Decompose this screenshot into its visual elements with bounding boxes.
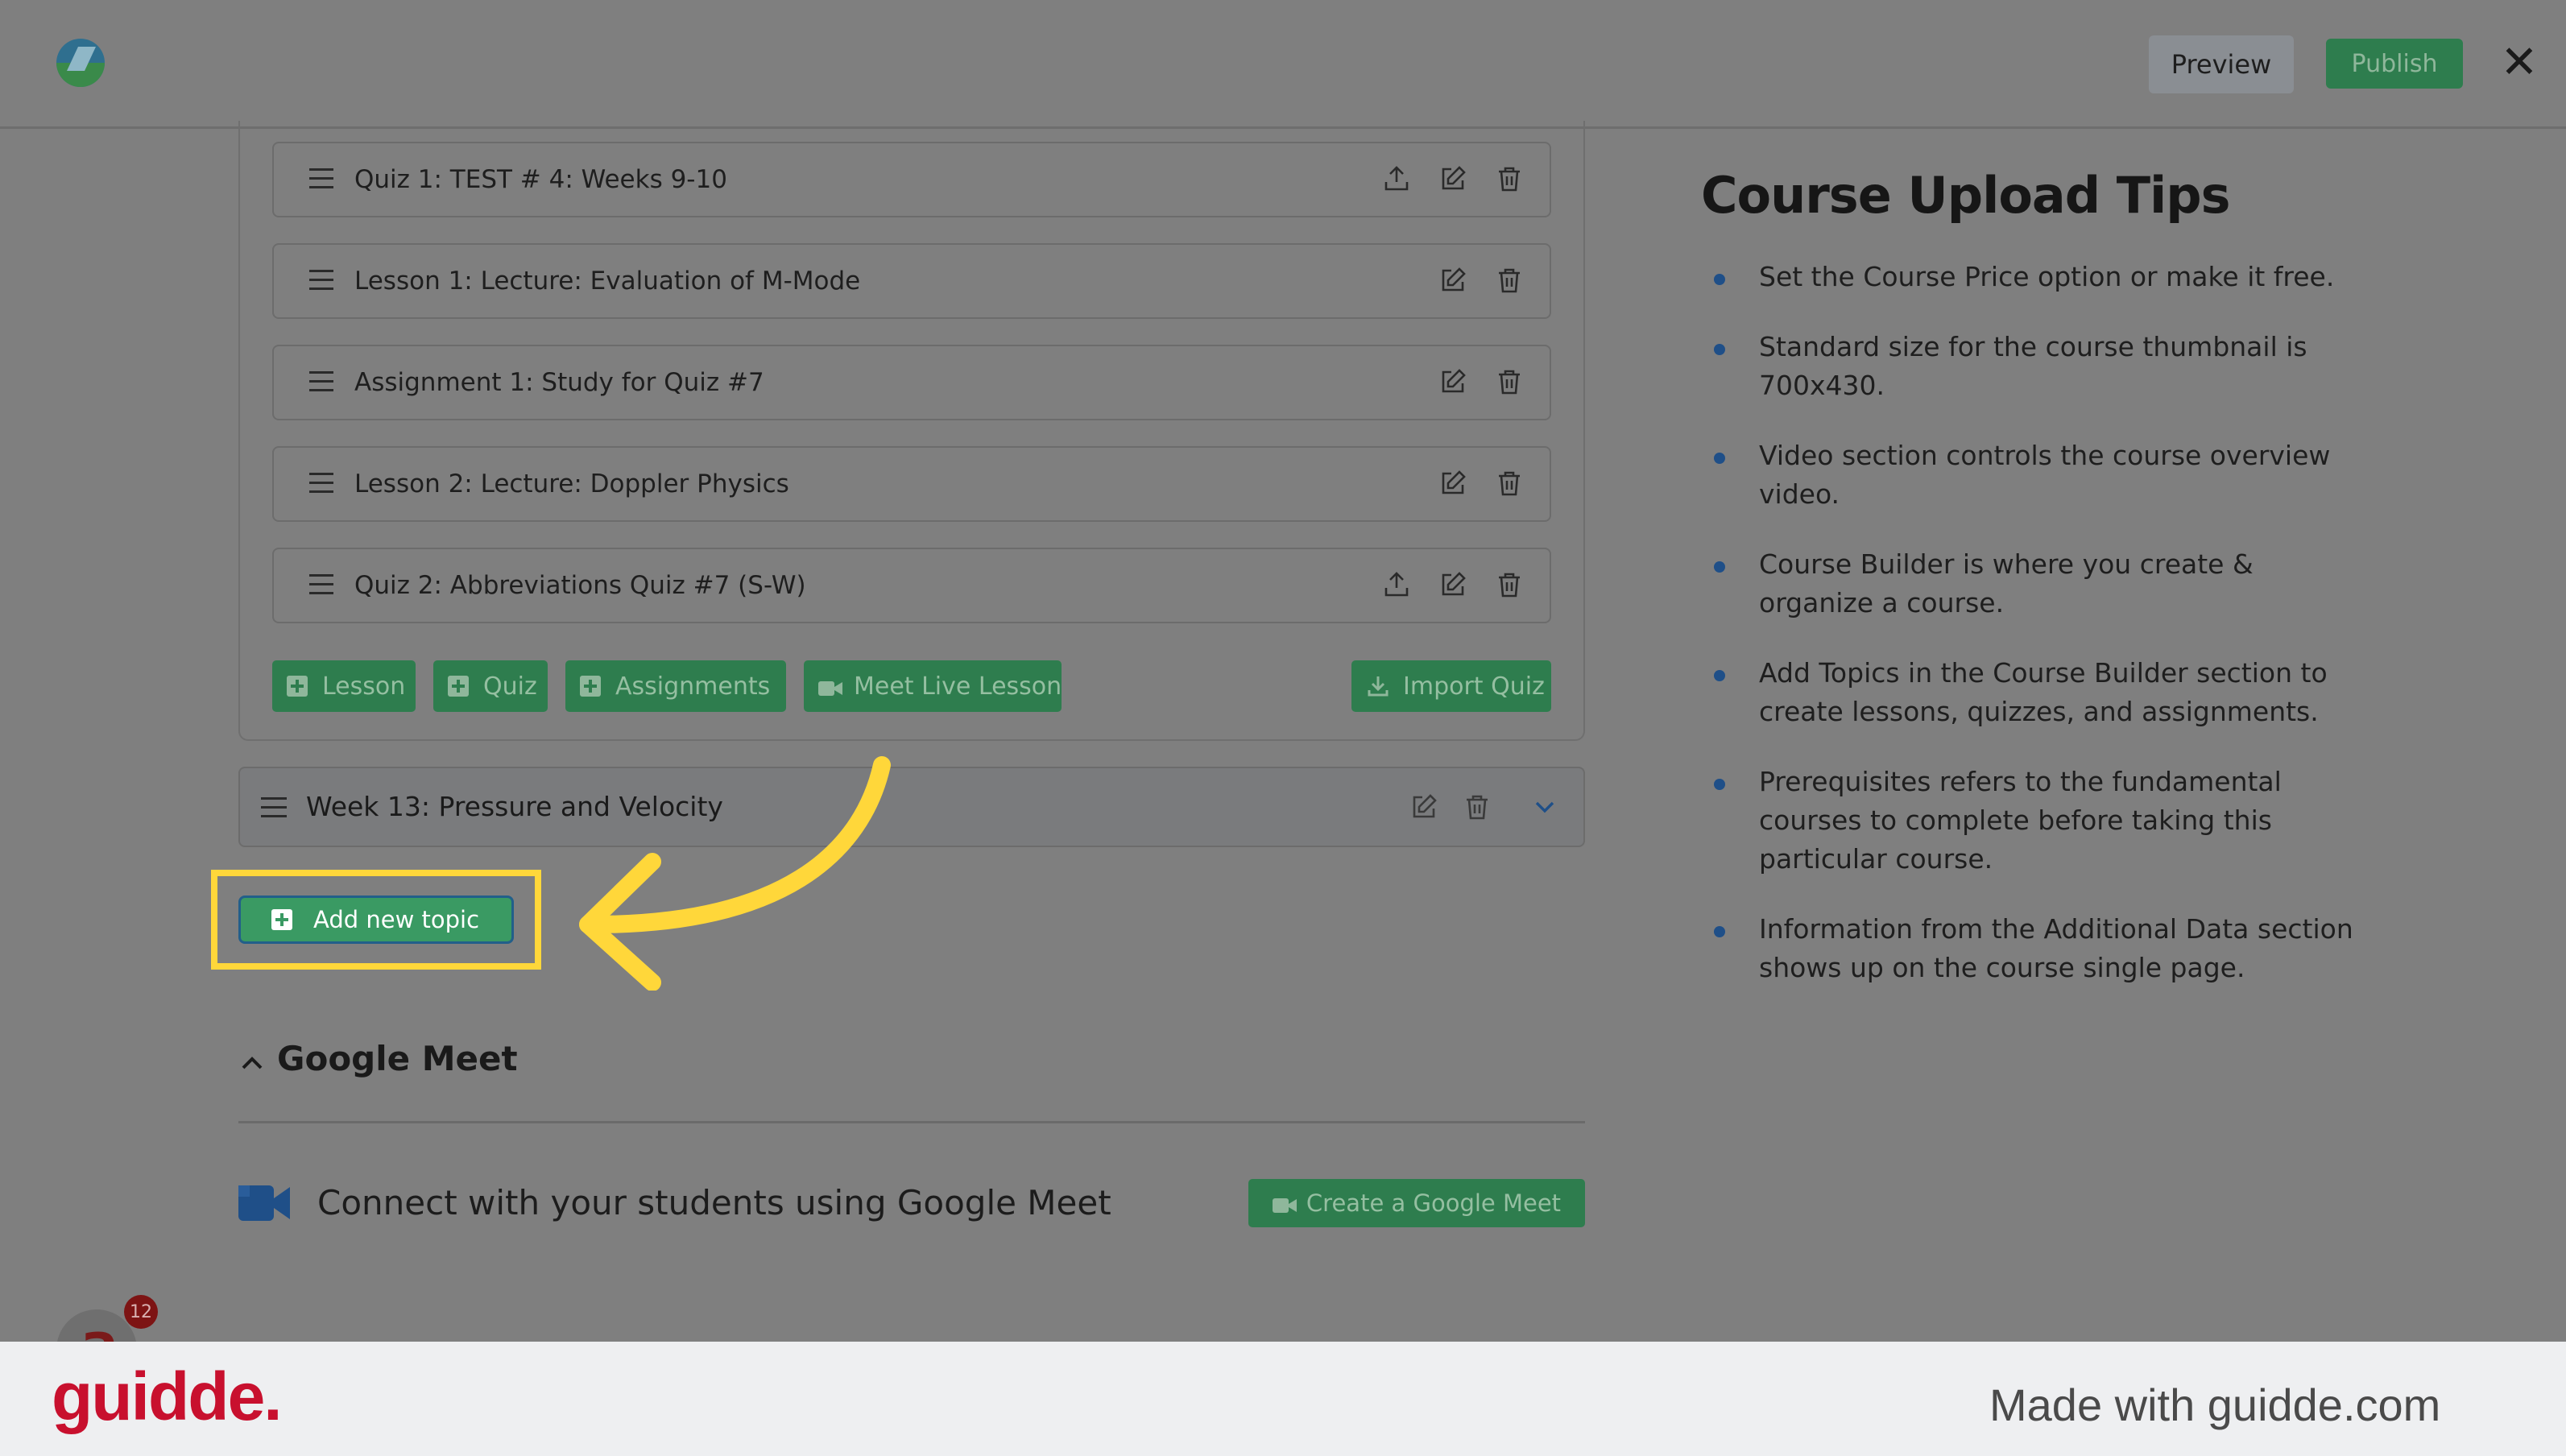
- add-lesson-button[interactable]: Lesson: [272, 660, 416, 712]
- trash-icon[interactable]: [1495, 164, 1524, 193]
- plus-icon: [287, 676, 308, 697]
- drag-handle-icon[interactable]: [309, 168, 333, 192]
- edit-icon[interactable]: [1409, 792, 1438, 821]
- trash-icon[interactable]: [1495, 469, 1524, 498]
- edit-icon[interactable]: [1438, 266, 1467, 295]
- tip-item: Video section controls the course overvi…: [1714, 436, 2358, 514]
- plus-icon: [448, 676, 469, 697]
- add-quiz-button[interactable]: Quiz: [433, 660, 548, 712]
- video-camera-icon: [1272, 1193, 1297, 1213]
- add-meet-live-lesson-button[interactable]: Meet Live Lesson: [804, 660, 1062, 712]
- topic-item-row[interactable]: Lesson 2: Lecture: Doppler Physics: [272, 446, 1551, 522]
- download-icon: [1366, 674, 1390, 698]
- topic-item-label: Quiz 2: Abbreviations Quiz #7 (S-W): [354, 571, 806, 600]
- add-lesson-label: Lesson: [322, 672, 406, 701]
- preview-button[interactable]: Preview: [2149, 35, 2294, 93]
- topic-item-row[interactable]: Lesson 1: Lecture: Evaluation of M-Mode: [272, 243, 1551, 319]
- section-divider: [238, 1121, 1585, 1123]
- topic-item-label: Lesson 1: Lecture: Evaluation of M-Mode: [354, 267, 861, 296]
- create-google-meet-button[interactable]: Create a Google Meet: [1248, 1179, 1585, 1227]
- add-new-topic-label: Add new topic: [313, 906, 480, 933]
- video-camera-icon: [818, 676, 842, 696]
- tip-item: Standard size for the course thumbnail i…: [1714, 328, 2358, 405]
- trash-icon[interactable]: [1495, 570, 1524, 599]
- topic-item-label: Lesson 2: Lecture: Doppler Physics: [354, 469, 789, 498]
- plus-icon: [271, 909, 292, 930]
- drag-handle-icon[interactable]: [261, 797, 287, 824]
- app-logo-icon[interactable]: [56, 39, 105, 87]
- add-quiz-label: Quiz: [483, 672, 537, 701]
- google-meet-section-header[interactable]: Google Meet: [238, 1039, 518, 1078]
- import-quiz-button[interactable]: Import Quiz: [1351, 660, 1551, 712]
- trash-icon[interactable]: [1495, 266, 1524, 295]
- tips-list: Set the Course Price option or make it f…: [1714, 258, 2358, 1019]
- trash-icon[interactable]: [1495, 367, 1524, 396]
- topic-item-label: Quiz 1: TEST # 4: Weeks 9-10: [354, 165, 727, 194]
- edit-icon[interactable]: [1438, 570, 1467, 599]
- google-meet-icon: [238, 1181, 292, 1226]
- add-new-topic-button[interactable]: Add new topic: [238, 896, 514, 944]
- drag-handle-icon[interactable]: [309, 371, 333, 395]
- chevron-up-icon: [238, 1045, 266, 1073]
- pointer-arrow-icon: [579, 756, 891, 991]
- tip-item: Information from the Additional Data sec…: [1714, 910, 2358, 987]
- publish-button[interactable]: Publish: [2326, 39, 2463, 89]
- import-quiz-label: Import Quiz: [1403, 672, 1545, 701]
- plus-icon: [580, 676, 601, 697]
- edit-icon[interactable]: [1438, 367, 1467, 396]
- chevron-down-icon[interactable]: [1530, 792, 1559, 821]
- notification-badge: 12: [124, 1295, 158, 1329]
- add-assignments-label: Assignments: [615, 672, 771, 701]
- create-google-meet-label: Create a Google Meet: [1306, 1189, 1562, 1217]
- google-meet-heading: Google Meet: [277, 1039, 518, 1078]
- drag-handle-icon[interactable]: [309, 270, 333, 294]
- tip-item: Set the Course Price option or make it f…: [1714, 258, 2358, 296]
- edit-icon[interactable]: [1438, 469, 1467, 498]
- tips-title: Course Upload Tips: [1701, 166, 2231, 225]
- drag-handle-icon[interactable]: [309, 473, 333, 497]
- close-icon[interactable]: ✕: [2497, 40, 2542, 85]
- upload-icon[interactable]: [1382, 164, 1411, 193]
- topic-item-label: Assignment 1: Study for Quiz #7: [354, 368, 764, 397]
- upload-icon[interactable]: [1382, 570, 1411, 599]
- made-with-text: Made with guidde.com: [1989, 1379, 2441, 1430]
- meet-live-lesson-label: Meet Live Lesson: [854, 672, 1062, 701]
- topic-row-week-13[interactable]: Week 13: Pressure and Velocity: [238, 767, 1585, 847]
- drag-handle-icon[interactable]: [309, 574, 333, 598]
- topic-item-row[interactable]: Quiz 2: Abbreviations Quiz #7 (S-W): [272, 548, 1551, 623]
- tip-item: Prerequisites refers to the fundamental …: [1714, 763, 2358, 879]
- topic-item-row[interactable]: Assignment 1: Study for Quiz #7: [272, 345, 1551, 420]
- tip-item: Add Topics in the Course Builder section…: [1714, 654, 2358, 731]
- trash-icon[interactable]: [1463, 792, 1492, 821]
- add-assignments-button[interactable]: Assignments: [565, 660, 786, 712]
- edit-icon[interactable]: [1438, 164, 1467, 193]
- tip-item: Course Builder is where you create & org…: [1714, 545, 2358, 623]
- google-meet-connect-text: Connect with your students using Google …: [317, 1183, 1111, 1222]
- topic-item-row[interactable]: Quiz 1: TEST # 4: Weeks 9-10: [272, 142, 1551, 217]
- guidde-logo: guidde.: [52, 1359, 283, 1434]
